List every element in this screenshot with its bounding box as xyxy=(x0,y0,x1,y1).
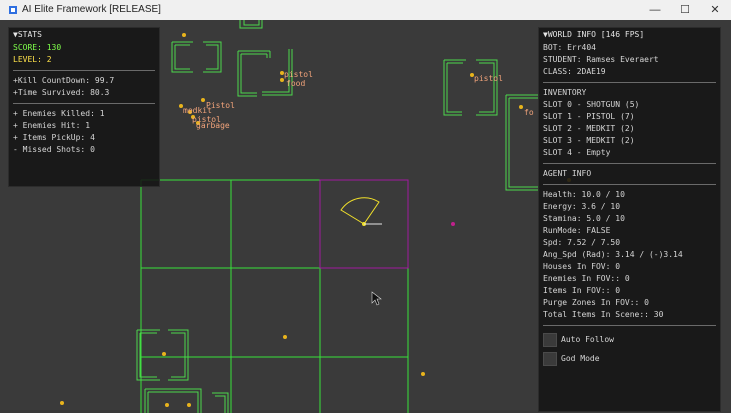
score-text: SCORE: 130 xyxy=(13,43,62,52)
enemies-hit-text: + Enemies Hit: 1 xyxy=(13,121,91,130)
maximize-button[interactable]: ☐ xyxy=(670,0,700,20)
agent-stat: Houses In FOV: 0 xyxy=(543,262,621,271)
items-pickup-text: + Items PickUp: 4 xyxy=(13,133,95,142)
game-viewport[interactable]: pistol food Pistol medkit pistol garbage… xyxy=(0,20,731,413)
inventory-slot: SLOT 4 - Empty xyxy=(543,148,611,157)
auto-follow-checkbox[interactable] xyxy=(543,332,557,347)
title-bar: AI Elite Framework [RELEASE] — ☐ ✕ xyxy=(0,0,731,20)
stats-header[interactable]: ▼STATS xyxy=(9,28,159,42)
house-4 xyxy=(505,94,540,191)
god-mode-label: God Mode xyxy=(561,354,600,363)
agent-stat: RunMode: FALSE xyxy=(543,226,611,235)
god-mode-row: God Mode xyxy=(539,349,720,368)
inventory-slot: SLOT 0 - SHOTGUN (5) xyxy=(543,100,640,109)
stats-panel: ▼STATS SCORE: 130 LEVEL: 2 +Kill CountDo… xyxy=(8,27,160,187)
minimize-button[interactable]: — xyxy=(640,0,670,20)
app-icon xyxy=(9,6,17,14)
missed-shots-text: - Missed Shots: 0 xyxy=(13,145,95,154)
world-info-header[interactable]: ▼WORLD INFO [146 FPS] xyxy=(539,28,720,42)
item-dot xyxy=(162,352,166,356)
auto-follow-label: Auto Follow xyxy=(561,335,614,344)
agent-stat: Items In FOV:: 0 xyxy=(543,286,621,295)
item-dot xyxy=(283,335,287,339)
item-label: garbage xyxy=(196,121,230,130)
agent-info-title: AGENT INFO xyxy=(543,169,592,178)
item-dot xyxy=(421,372,425,376)
item-dot xyxy=(187,403,191,407)
auto-follow-row: Auto Follow xyxy=(539,330,720,349)
house-top-strip xyxy=(239,20,263,29)
agent-stat: Health: 10.0 / 10 xyxy=(543,190,625,199)
fov-cone xyxy=(340,197,380,225)
god-mode-checkbox[interactable] xyxy=(543,351,557,366)
class-text: CLASS: 2DAE19 xyxy=(543,67,606,76)
agent-stat: Total Items In Scene:: 30 xyxy=(543,310,664,319)
agent-stat: Stamina: 5.0 / 10 xyxy=(543,214,625,223)
divider xyxy=(13,103,155,104)
divider xyxy=(543,82,716,83)
window-title: AI Elite Framework [RELEASE] xyxy=(22,4,161,15)
divider xyxy=(13,70,155,71)
kill-countdown-text: +Kill CountDown: 99.7 xyxy=(13,76,115,85)
mouse-cursor-icon xyxy=(371,291,382,306)
world-info-panel: ▼WORLD INFO [146 FPS] BOT: Err404 STUDEN… xyxy=(538,27,721,412)
agent-stat: Energy: 3.6 / 10 xyxy=(543,202,621,211)
house-1 xyxy=(171,41,222,73)
inventory-slot: SLOT 2 - MEDKIT (2) xyxy=(543,124,635,133)
player-agent xyxy=(362,222,382,226)
student-text: STUDENT: Ramses Everaert xyxy=(543,55,659,64)
divider xyxy=(543,184,716,185)
item-label: pistol xyxy=(474,74,503,83)
item-dot xyxy=(201,98,205,102)
house-6 xyxy=(144,388,229,413)
bot-text: BOT: Err404 xyxy=(543,43,596,52)
agent-stat: Ang_Spd (Rad): 3.14 / (-)3.14 xyxy=(543,250,683,259)
item-label: medkit xyxy=(183,106,212,115)
inventory-slot: SLOT 3 - MEDKIT (2) xyxy=(543,136,635,145)
app-window: AI Elite Framework [RELEASE] — ☐ ✕ pisto… xyxy=(0,0,731,413)
world-grid xyxy=(140,179,409,413)
enemies-killed-text: + Enemies Killed: 1 xyxy=(13,109,105,118)
close-button[interactable]: ✕ xyxy=(700,0,730,20)
inventory-slot: SLOT 1 - PISTOL (7) xyxy=(543,112,635,121)
level-text: LEVEL: 2 xyxy=(13,55,52,64)
item-label: pistol xyxy=(284,70,313,79)
divider xyxy=(543,163,716,164)
divider xyxy=(543,325,716,326)
item-dot xyxy=(60,401,64,405)
item-dot xyxy=(182,33,186,37)
house-3 xyxy=(443,59,498,116)
agent-stat: Purge Zones In FOV:: 0 xyxy=(543,298,649,307)
agent-stat: Enemies In FOV:: 0 xyxy=(543,274,630,283)
agent-stat: Spd: 7.52 / 7.50 xyxy=(543,238,621,247)
item-label: fo xyxy=(524,108,534,117)
item-dot xyxy=(165,403,169,407)
item-label: food xyxy=(286,79,305,88)
enemy-marker xyxy=(451,222,455,226)
time-survived-text: +Time Survived: 80.3 xyxy=(13,88,110,97)
inventory-title: INVENTORY xyxy=(543,88,587,97)
item-dot xyxy=(519,105,523,109)
